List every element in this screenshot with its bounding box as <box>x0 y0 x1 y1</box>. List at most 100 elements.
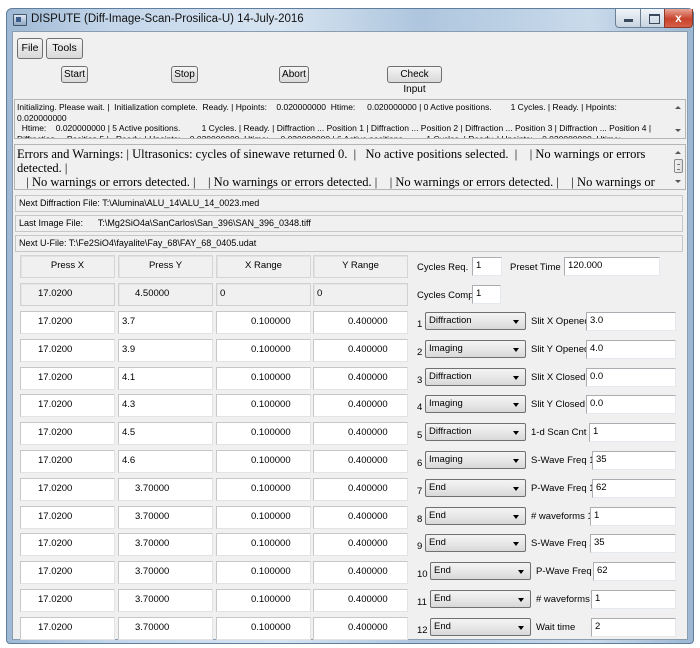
row-x-range-input[interactable]: 0.100000 <box>216 506 311 529</box>
position-mode-dropdown[interactable]: Imaging <box>425 451 526 469</box>
stop-button[interactable]: Stop <box>171 66 198 83</box>
position-param-input[interactable]: 0.0 <box>586 368 676 387</box>
position-param-input[interactable]: 3.0 <box>586 312 676 331</box>
scroll-thumb[interactable] <box>674 159 683 173</box>
row-press-y-input[interactable]: 4.6 <box>118 450 213 473</box>
row-press-x-input[interactable]: 17.0200 <box>20 533 115 556</box>
cycles-comp-input[interactable]: 1 <box>472 285 501 304</box>
position-mode-dropdown[interactable]: End <box>425 534 526 552</box>
position-mode-dropdown[interactable]: Diffraction <box>425 312 526 330</box>
row-press-y-input[interactable]: 3.7 <box>118 311 213 334</box>
chevron-down-icon[interactable] <box>513 320 519 324</box>
row-y-range-input[interactable]: 0.400000 <box>313 450 408 473</box>
minimize-button[interactable] <box>615 9 641 28</box>
row-press-x-input[interactable]: 17.0200 <box>20 339 115 362</box>
row-x-range-input[interactable]: 0.100000 <box>216 617 311 640</box>
scroll-up-icon[interactable] <box>675 151 681 154</box>
position-param-input[interactable]: 0.0 <box>586 395 676 414</box>
chevron-down-icon[interactable] <box>518 626 524 630</box>
row-press-x-input[interactable]: 17.0200 <box>20 450 115 473</box>
position-param-input[interactable]: 62 <box>592 479 676 498</box>
position-mode-dropdown[interactable]: End <box>430 590 531 608</box>
row-x-range-input[interactable]: 0.100000 <box>216 394 311 417</box>
errors-log-scrollbar[interactable] <box>672 145 685 189</box>
position-param-input[interactable]: 35 <box>590 534 676 553</box>
row-press-y-input[interactable]: 4.5 <box>118 422 213 445</box>
row-x-range-input[interactable]: 0.100000 <box>216 339 311 362</box>
chevron-down-icon[interactable] <box>513 542 519 546</box>
title-bar[interactable]: DISPUTE (Diff-Image-Scan-Prosilica-U) 14… <box>7 9 693 31</box>
position-param-input[interactable]: 35 <box>592 451 676 470</box>
chevron-down-icon[interactable] <box>513 403 519 407</box>
app-icon[interactable] <box>13 14 27 26</box>
position-param-input[interactable]: 2 <box>591 618 676 637</box>
row-x-range-input[interactable]: 0.100000 <box>216 311 311 334</box>
position-mode-dropdown[interactable]: Imaging <box>425 340 526 358</box>
row-press-x-input[interactable]: 17.0200 <box>20 617 115 640</box>
row-press-y-input[interactable]: 3.70000 <box>118 561 213 584</box>
row-y-range-input[interactable]: 0.400000 <box>313 422 408 445</box>
chevron-down-icon[interactable] <box>513 376 519 380</box>
check-input-button[interactable]: Check Input <box>387 66 442 95</box>
row-x-range-input[interactable]: 0.100000 <box>216 589 311 612</box>
position-mode-dropdown[interactable]: End <box>430 562 531 580</box>
row-press-x-input[interactable]: 17.0200 <box>20 311 115 334</box>
chevron-down-icon[interactable] <box>513 487 519 491</box>
scroll-up-icon[interactable] <box>675 106 681 109</box>
row-press-x-input[interactable]: 17.0200 <box>20 506 115 529</box>
row-x-range-input[interactable]: 0.100000 <box>216 367 311 390</box>
row-x-range-input[interactable]: 0.100000 <box>216 422 311 445</box>
position-param-input[interactable]: 1 <box>591 590 676 609</box>
chevron-down-icon[interactable] <box>513 431 519 435</box>
position-mode-dropdown[interactable]: Diffraction <box>425 423 526 441</box>
abort-button[interactable]: Abort <box>279 66 309 83</box>
position-param-input[interactable]: 62 <box>593 562 676 581</box>
row-press-y-input[interactable]: 3.70000 <box>118 617 213 640</box>
chevron-down-icon[interactable] <box>513 459 519 463</box>
row-press-x-input[interactable]: 17.0200 <box>20 422 115 445</box>
row-x-range-input[interactable]: 0.100000 <box>216 478 311 501</box>
position-mode-dropdown[interactable]: End <box>425 479 526 497</box>
chevron-down-icon[interactable] <box>513 515 519 519</box>
row-press-y-input[interactable]: 4.3 <box>118 394 213 417</box>
chevron-down-icon[interactable] <box>513 348 519 352</box>
tools-menu-button[interactable]: Tools <box>46 38 83 59</box>
position-mode-dropdown[interactable]: Diffraction <box>425 368 526 386</box>
row-y-range-input[interactable]: 0.400000 <box>313 339 408 362</box>
row-y-range-input[interactable]: 0.400000 <box>313 311 408 334</box>
row-press-y-input[interactable]: 3.9 <box>118 339 213 362</box>
preset-time-input[interactable]: 120.000 <box>564 257 660 276</box>
start-button[interactable]: Start <box>61 66 88 83</box>
row-press-x-input[interactable]: 17.0200 <box>20 561 115 584</box>
row-y-range-input[interactable]: 0.400000 <box>313 589 408 612</box>
errors-log[interactable]: Errors and Warnings: | Ultrasonics: cycl… <box>14 144 686 190</box>
row-y-range-input[interactable]: 0.400000 <box>313 506 408 529</box>
row-press-x-input[interactable]: 17.0200 <box>20 367 115 390</box>
status-log[interactable]: Initializing. Please wait. | Initializat… <box>14 99 686 139</box>
row-y-range-input[interactable]: 0.400000 <box>313 561 408 584</box>
status-log-scrollbar[interactable] <box>672 100 685 138</box>
row-press-x-input[interactable]: 17.0200 <box>20 589 115 612</box>
row-press-y-input[interactable]: 3.70000 <box>118 533 213 556</box>
row-y-range-input[interactable]: 0.400000 <box>313 478 408 501</box>
row-press-x-input[interactable]: 17.0200 <box>20 478 115 501</box>
chevron-down-icon[interactable] <box>518 598 524 602</box>
row-x-range-input[interactable]: 0.100000 <box>216 450 311 473</box>
row-press-x-input[interactable]: 17.0200 <box>20 394 115 417</box>
row-press-y-input[interactable]: 3.70000 <box>118 478 213 501</box>
scroll-down-icon[interactable] <box>675 129 681 132</box>
row-y-range-input[interactable]: 0.400000 <box>313 617 408 640</box>
position-param-input[interactable]: 1 <box>589 423 676 442</box>
close-button[interactable]: x <box>664 9 693 28</box>
chevron-down-icon[interactable] <box>518 570 524 574</box>
cycles-req-input[interactable]: 1 <box>472 257 502 276</box>
row-press-y-input[interactable]: 3.70000 <box>118 589 213 612</box>
position-mode-dropdown[interactable]: End <box>430 618 531 636</box>
row-press-y-input[interactable]: 4.1 <box>118 367 213 390</box>
position-param-input[interactable]: 1 <box>590 507 676 526</box>
row-x-range-input[interactable]: 0.100000 <box>216 533 311 556</box>
position-mode-dropdown[interactable]: Imaging <box>425 395 526 413</box>
file-menu-button[interactable]: File <box>17 38 43 59</box>
position-mode-dropdown[interactable]: End <box>425 507 526 525</box>
row-press-y-input[interactable]: 3.70000 <box>118 506 213 529</box>
